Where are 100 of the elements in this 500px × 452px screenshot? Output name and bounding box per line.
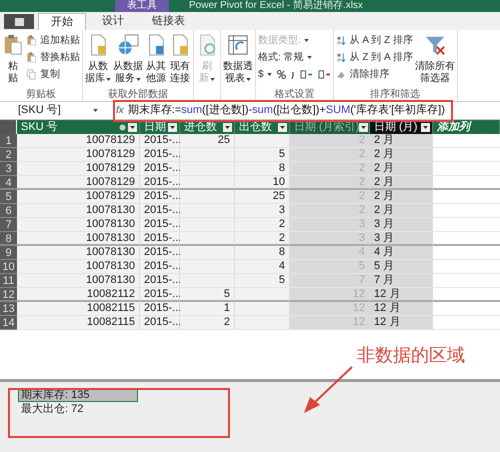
table-cell: 10082115: [17, 316, 140, 330]
comma-icon[interactable]: [290, 70, 295, 78]
table-cell: 10078129: [17, 134, 140, 148]
group-label: 格式设置: [273, 89, 316, 101]
ribbon-button[interactable]: 清除所有 筛选器: [414, 30, 455, 89]
row-number[interactable]: 2: [0, 148, 17, 162]
menu-icon: [14, 18, 24, 26]
table-cell: [235, 302, 290, 316]
row-number[interactable]: 4: [0, 176, 17, 190]
ribbon-button[interactable]: 现有 连接: [169, 30, 191, 89]
ribbon-button[interactable]: 从数据 服务: [113, 30, 143, 89]
caret-icon: [304, 39, 309, 42]
table-cell: 4 月: [370, 246, 433, 260]
caret-icon: [106, 78, 111, 80]
ribbon-button[interactable]: 追加粘贴: [26, 32, 80, 49]
clipboard-icon: [26, 35, 37, 46]
ribbon-button[interactable]: 格式: 常规: [258, 49, 331, 66]
row-number[interactable]: 8: [0, 232, 17, 246]
row-number[interactable]: 11: [0, 274, 17, 288]
table-cell: 10078129: [17, 176, 140, 190]
column-header[interactable]: SKU 号: [17, 120, 140, 134]
table-cell: 10078130: [17, 204, 140, 218]
ribbon-button[interactable]: 从 A 到 Z 排序: [336, 32, 413, 49]
table-cell: 12 月: [370, 302, 433, 316]
table-cell: 10078129: [17, 162, 140, 176]
caret-icon: [266, 73, 272, 76]
table-cell: [180, 176, 235, 190]
row-number[interactable]: 9: [0, 246, 17, 260]
table-cell: 10078130: [17, 246, 140, 260]
row-number[interactable]: 7: [0, 218, 17, 232]
row-number[interactable]: 10: [0, 260, 17, 274]
row-number[interactable]: 1: [0, 134, 17, 148]
ribbon-button[interactable]: 从 Z 到 A 排序: [336, 49, 413, 66]
percent-icon[interactable]: [276, 70, 286, 79]
row-number[interactable]: 5: [0, 190, 17, 204]
ribbon-tab[interactable]: 开始: [38, 13, 86, 30]
table-cell: [180, 246, 235, 260]
row-number[interactable]: 6: [0, 204, 17, 218]
table-cell: 12 月: [370, 316, 433, 330]
sort-icon: [336, 52, 347, 63]
table-cell: 10078130: [17, 274, 140, 288]
ribbon-tab[interactable]: 链接表: [140, 13, 197, 30]
filter-dropdown-icon[interactable]: [223, 122, 232, 132]
row-number[interactable]: 14: [0, 316, 17, 330]
ribbon-button[interactable]: 从其 他源: [145, 30, 167, 89]
table-cell: 2 月: [370, 176, 433, 190]
table-cell: 2 月: [370, 148, 433, 162]
funnel-icon: [424, 34, 446, 56]
ribbon-button[interactable]: 复制: [26, 66, 80, 83]
function-button[interactable]: fx: [116, 103, 128, 118]
table-cell: 2 月: [370, 162, 433, 176]
ribbon-button[interactable]: 清除排序: [336, 66, 413, 83]
table-cell: 2015-...: [140, 190, 180, 204]
table-cell: 2: [235, 232, 290, 246]
filter-dropdown-icon[interactable]: [359, 122, 368, 132]
table-cell: [235, 134, 290, 148]
decimal-icon[interactable]: [318, 69, 331, 80]
table-cell: 2015-...: [140, 288, 180, 302]
caret-icon: [210, 78, 215, 80]
ribbon-button[interactable]: $: [258, 66, 272, 83]
row-number[interactable]: 12: [0, 288, 17, 302]
annotation-text: 非数据的区域: [357, 344, 465, 367]
ribbon-button[interactable]: 替换粘贴: [26, 49, 80, 66]
table-cell: 25: [180, 134, 235, 148]
eraser-icon: [336, 69, 347, 80]
name-box[interactable]: [SKU 号]: [0, 102, 116, 119]
table-cell: [180, 190, 235, 204]
select-all-corner[interactable]: [0, 120, 17, 134]
row-number[interactable]: 13: [0, 302, 17, 316]
table-cell: 2015-...: [140, 218, 180, 232]
table-cell: 10082112: [17, 288, 140, 302]
table-cell: 10078130: [17, 218, 140, 232]
globe-icon: [117, 34, 139, 56]
ribbon-button[interactable]: 粘 贴: [2, 30, 24, 89]
caret-icon: [246, 78, 251, 80]
table-cell: 2015-...: [140, 134, 180, 148]
measure-cell[interactable]: 最大出仓: 72: [18, 402, 138, 416]
table-cell: 7 月: [370, 274, 433, 288]
clipboard-icon: [26, 52, 37, 63]
sort-icon: [336, 35, 347, 46]
filter-dropdown-icon[interactable]: [421, 122, 430, 132]
table-cell: [235, 288, 290, 302]
ribbon-button[interactable]: 数据透 视表: [223, 30, 253, 89]
key-icon: [119, 124, 126, 130]
table-cell: 5 月: [370, 260, 433, 274]
filter-dropdown-icon[interactable]: [278, 122, 287, 132]
table-cell: 2 月: [370, 204, 433, 218]
filter-dropdown-icon[interactable]: [168, 122, 177, 132]
formula-text[interactable]: 期末库存:=sum([进仓数])-sum([出仓数])+SUM('库存表'[年初库存]): [128, 102, 445, 119]
ribbon-button[interactable]: 从数 据库: [85, 30, 111, 89]
decimal-icon[interactable]: [300, 69, 313, 80]
filter-dropdown-icon[interactable]: [128, 122, 137, 132]
row-number[interactable]: 3: [0, 162, 17, 176]
table-cell: 10078129: [17, 148, 140, 162]
table-cell: 2015-...: [140, 246, 180, 260]
ribbon-tab[interactable]: 设计: [90, 13, 136, 30]
file-menu-button[interactable]: [4, 14, 34, 29]
table-cell: 3 月: [370, 232, 433, 246]
group-label: 获取外部数据: [107, 89, 169, 101]
group-label: 剪贴板: [25, 89, 57, 101]
